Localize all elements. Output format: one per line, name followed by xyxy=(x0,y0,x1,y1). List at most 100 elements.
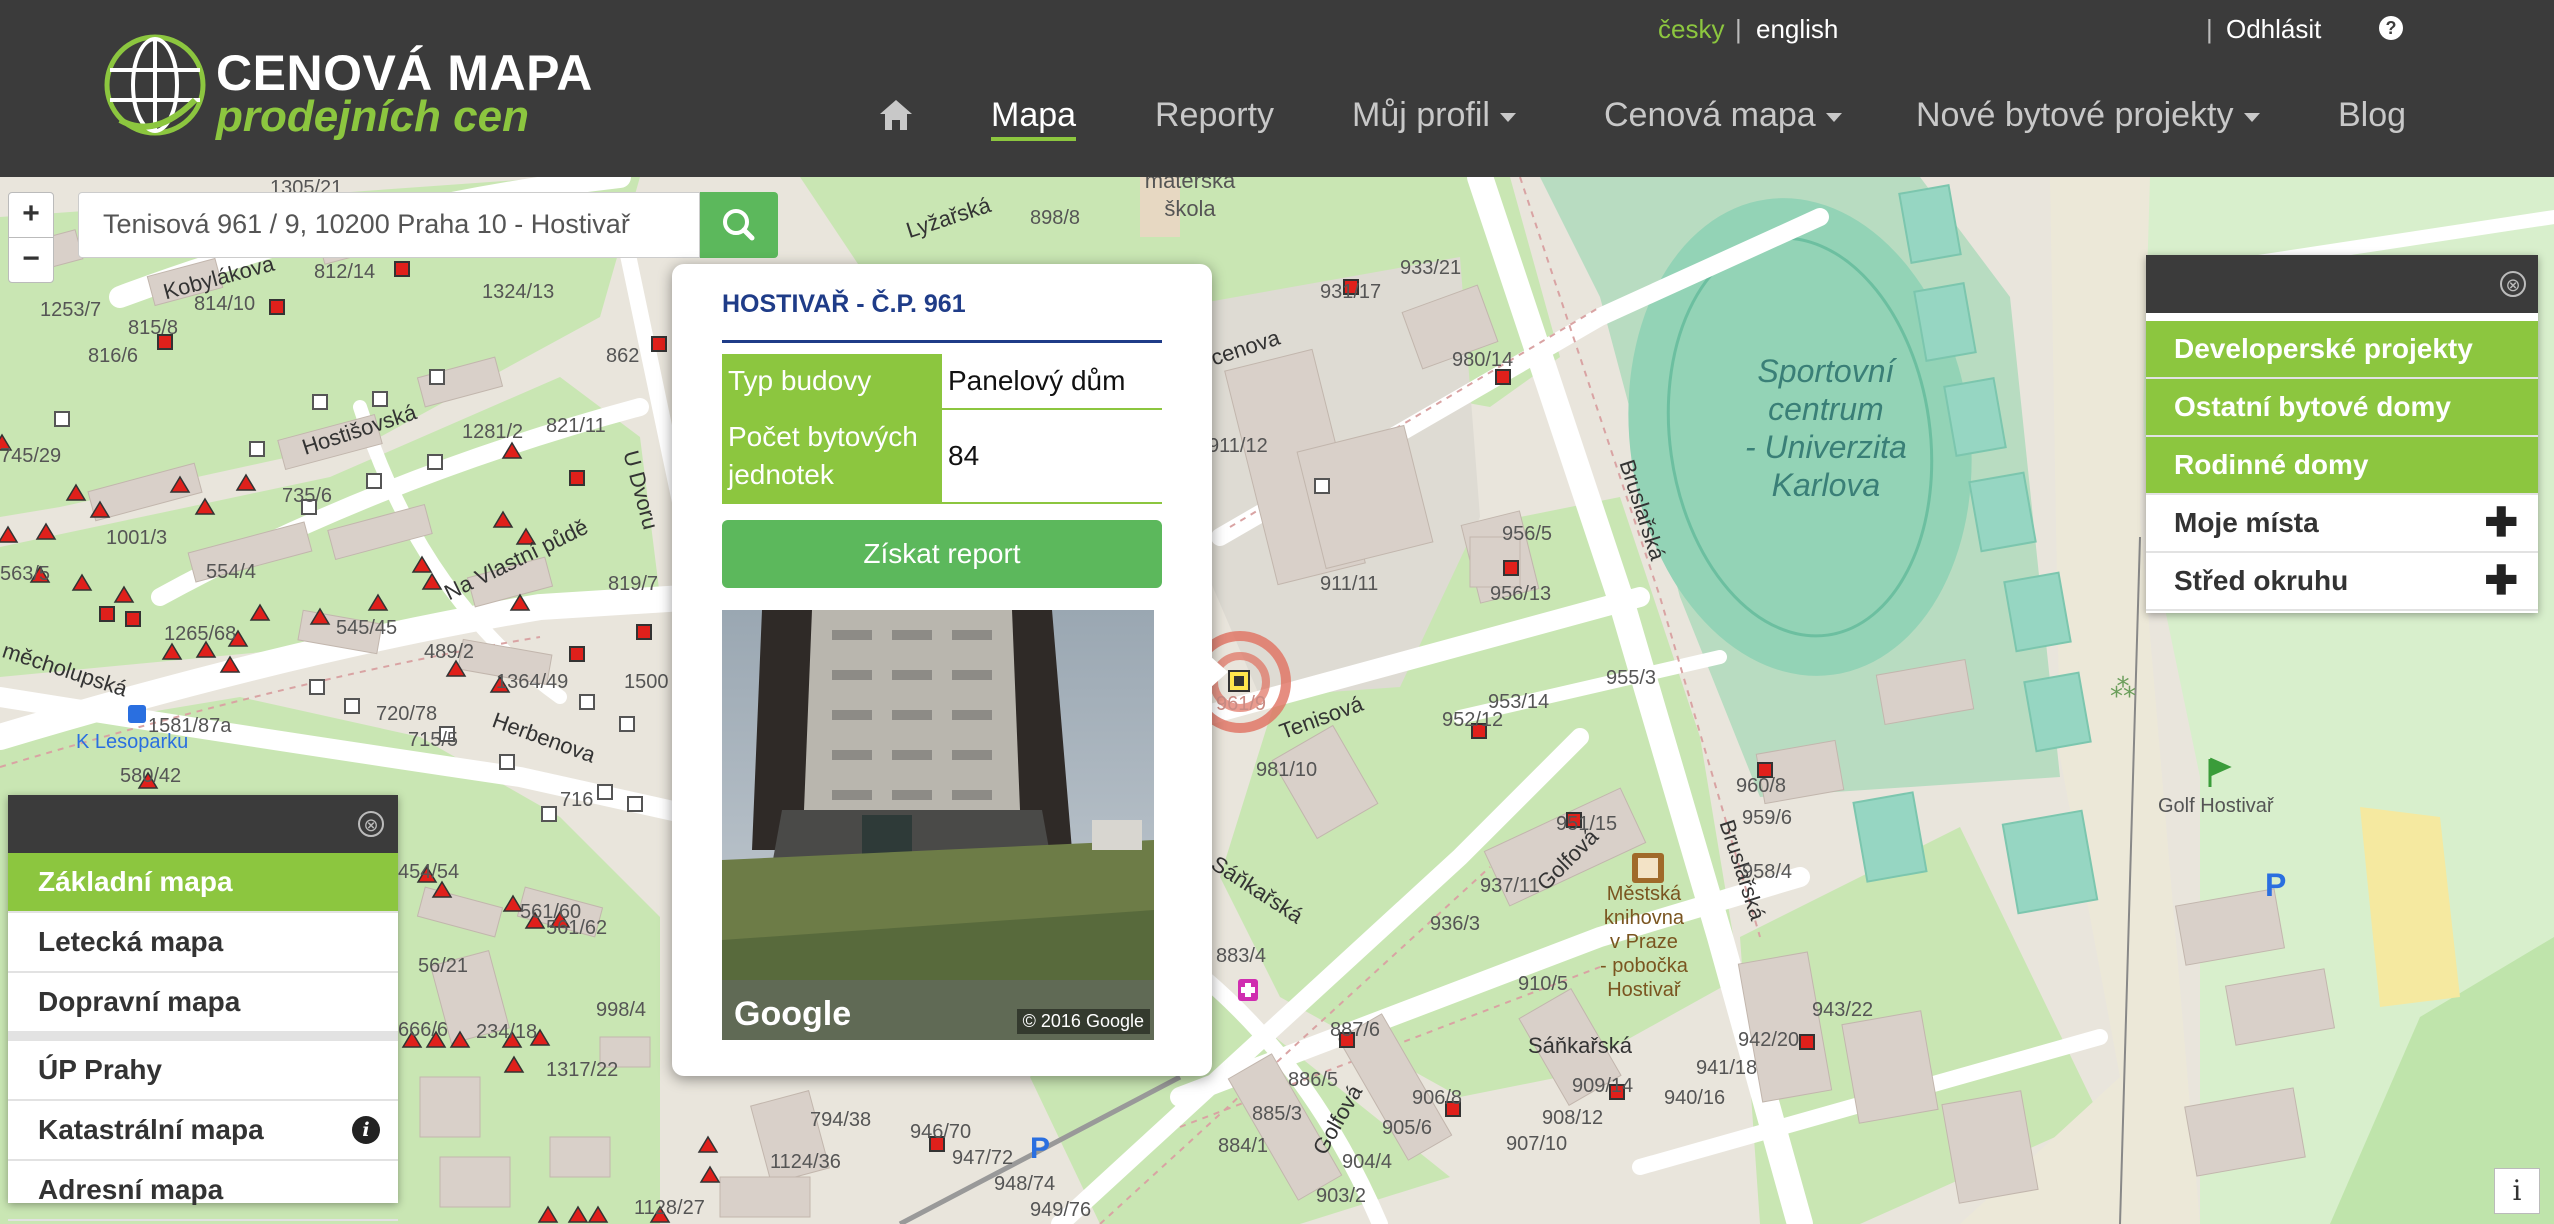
layer-zakladni-mapa[interactable]: Základní mapa xyxy=(8,853,398,913)
table-row: Počet bytových jednotek 84 xyxy=(722,409,1162,504)
house-number: 907/10 xyxy=(1506,1133,1568,1155)
chevron-down-icon xyxy=(1825,112,1842,122)
panel-header: ⊗ xyxy=(2146,255,2538,313)
house-number: 909/14 xyxy=(1572,1075,1634,1097)
lang-czech-link[interactable]: česky xyxy=(1658,14,1724,45)
house-number: 952/12 xyxy=(1442,709,1504,731)
house-number: 1124/36 xyxy=(770,1151,841,1173)
house-number: 561/62 xyxy=(546,917,608,939)
house-number: 937/11 xyxy=(1480,875,1540,897)
get-report-button[interactable]: Získat report xyxy=(722,520,1162,588)
house-number: 821/11 xyxy=(546,415,606,437)
nav-nove-projekty[interactable]: Nové bytové projekty xyxy=(1916,96,2260,135)
house-number: 554/4 xyxy=(206,561,257,583)
house-number: 956/5 xyxy=(1502,523,1553,545)
house-number: 905/6 xyxy=(1382,1117,1433,1139)
layer-letecka-mapa[interactable]: Letecká mapa xyxy=(8,913,398,973)
house-number: 745/29 xyxy=(0,445,62,467)
help-icon[interactable]: ? xyxy=(2379,16,2403,40)
lang-separator: | xyxy=(1735,14,1742,44)
house-number: 883/4 xyxy=(1216,945,1267,967)
house-number: 904/4 xyxy=(1342,1151,1393,1173)
house-number: 998/4 xyxy=(596,999,647,1021)
house-number: 906/8 xyxy=(1412,1087,1463,1109)
nav-muj-profil[interactable]: Můj profil xyxy=(1352,96,1516,135)
logout-link[interactable]: Odhlásit xyxy=(2226,14,2321,45)
svg-text:⁂: ⁂ xyxy=(2110,674,2136,704)
panel-spacer xyxy=(2146,313,2538,321)
house-number: 819/7 xyxy=(608,573,659,595)
layer-stred-okruhu[interactable]: Střed okruhu ✚ xyxy=(2146,553,2538,611)
lang-english-link[interactable]: english xyxy=(1756,14,1838,45)
layer-ostatni-bytove-domy[interactable]: Ostatní bytové domy xyxy=(2146,379,2538,437)
nav-nove-projekty-label: Nové bytové projekty xyxy=(1916,96,2234,134)
house-number: 911/11 xyxy=(1320,573,1379,595)
chevron-down-icon xyxy=(1499,112,1516,122)
plus-icon[interactable]: ✚ xyxy=(2484,495,2518,551)
house-number: 910/5 xyxy=(1518,973,1569,995)
panel-header: ⊗ xyxy=(8,795,398,853)
place-sportovni-centrum: Sportovní centrum - Univerzita Karlova xyxy=(1745,353,1907,503)
logout-separator: | xyxy=(2206,14,2213,44)
nav-cenova-mapa[interactable]: Cenová mapa xyxy=(1604,96,1842,135)
house-number: 794/38 xyxy=(810,1109,872,1131)
search-input[interactable] xyxy=(79,193,705,255)
layer-adresni-mapa[interactable]: Adresní mapa xyxy=(8,1161,398,1221)
parking-label-south: P xyxy=(1030,1132,1051,1165)
info-key: Typ budovy xyxy=(722,354,942,410)
house-number: 1324/13 xyxy=(482,281,555,303)
house-number: 933/21 xyxy=(1400,257,1462,279)
zoom-out-button[interactable]: − xyxy=(8,237,54,283)
layer-dopravni-mapa[interactable]: Dopravní mapa xyxy=(8,973,398,1033)
close-icon[interactable]: ⊗ xyxy=(2500,271,2526,297)
zoom-in-button[interactable]: + xyxy=(8,192,54,238)
house-number: 1581/87a xyxy=(148,715,232,737)
house-number: 951/15 xyxy=(1556,813,1618,835)
house-number: 1265/68 xyxy=(164,623,237,645)
nav-mapa[interactable]: Mapa xyxy=(991,96,1077,141)
layer-stred-okruhu-label: Střed okruhu xyxy=(2174,565,2349,596)
google-watermark: Google xyxy=(734,995,852,1033)
house-number: 1317/22 xyxy=(546,1059,619,1081)
house-number: 563/5 xyxy=(0,563,51,585)
layer-developerske-projekty[interactable]: Developerské projekty xyxy=(2146,321,2538,379)
search-button[interactable] xyxy=(700,192,778,258)
house-number: 886/5 xyxy=(1288,1069,1339,1091)
layer-up-prahy[interactable]: ÚP Prahy xyxy=(8,1041,398,1101)
layer-katastralni-mapa[interactable]: Katastrální mapa i xyxy=(8,1101,398,1161)
place-mestska-knihovna: Městská knihovna v Praze - pobočka Hosti… xyxy=(1600,883,1688,1001)
street-view-photo[interactable]: Google © 2016 Google xyxy=(722,610,1154,1040)
search-box xyxy=(78,192,705,258)
logo-subtitle: prodejních cen xyxy=(216,92,529,141)
house-number: 942/20 xyxy=(1738,1029,1800,1051)
house-number: 715/5 xyxy=(408,729,459,751)
search-icon xyxy=(723,209,755,241)
house-number: 1253/7 xyxy=(40,299,102,321)
base-map-layers-panel: ⊗ Základní mapa Letecká mapa Dopravní ma… xyxy=(8,795,398,1221)
top-header: CENOVÁ MAPA prodejních cen česky | engli… xyxy=(0,0,2554,177)
globe-icon xyxy=(104,34,206,136)
layer-rodinne-domy[interactable]: Rodinné domy xyxy=(2146,437,2538,495)
house-number: 948/74 xyxy=(994,1173,1056,1195)
home-icon[interactable] xyxy=(878,98,914,132)
overlay-layers-panel: ⊗ Developerské projekty Ostatní bytové d… xyxy=(2146,255,2538,613)
house-number: 980/14 xyxy=(1452,349,1514,371)
map-info-button[interactable]: i xyxy=(2494,1168,2540,1214)
house-number: 947/72 xyxy=(952,1147,1014,1169)
plus-icon[interactable]: ✚ xyxy=(2484,553,2518,609)
house-number: 911/12 xyxy=(1208,435,1268,457)
house-number: 814/10 xyxy=(194,293,256,315)
close-icon[interactable]: ⊗ xyxy=(358,811,384,837)
house-number: 1128/27 xyxy=(634,1197,705,1219)
house-number: 1001/3 xyxy=(106,527,168,549)
house-number: 862 xyxy=(606,345,640,367)
logo[interactable]: CENOVÁ MAPA prodejních cen xyxy=(100,30,600,150)
info-icon[interactable]: i xyxy=(352,1116,380,1144)
house-number: 946/70 xyxy=(910,1121,972,1143)
nav-reporty[interactable]: Reporty xyxy=(1155,96,1274,135)
layer-moje-mista[interactable]: Moje místa ✚ xyxy=(2146,495,2538,553)
house-number: 580/42 xyxy=(120,765,182,787)
nav-blog[interactable]: Blog xyxy=(2338,96,2406,135)
photo-copyright: © 2016 Google xyxy=(1016,1009,1150,1034)
house-number: 666/6 xyxy=(398,1019,449,1041)
